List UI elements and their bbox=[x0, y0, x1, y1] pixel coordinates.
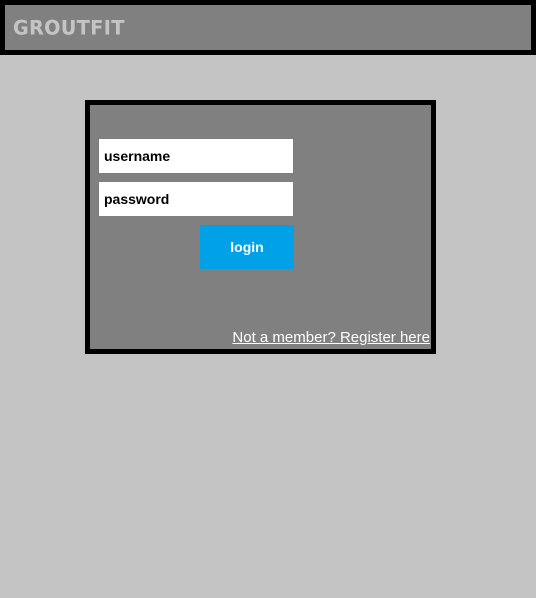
header-inner: GROUTFIT bbox=[5, 5, 531, 50]
login-panel: login Not a member? Register here bbox=[85, 100, 436, 354]
username-input[interactable] bbox=[99, 139, 293, 173]
password-input[interactable] bbox=[99, 182, 293, 216]
app-logo[interactable]: GROUTFIT bbox=[13, 16, 125, 39]
header-bar: GROUTFIT bbox=[0, 0, 536, 55]
login-button[interactable]: login bbox=[200, 225, 294, 269]
register-link[interactable]: Not a member? Register here bbox=[232, 329, 430, 346]
